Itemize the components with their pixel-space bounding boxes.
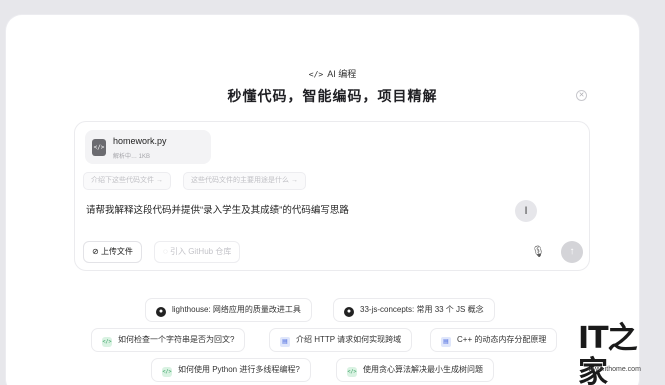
upload-file-label: 上传文件 (100, 247, 133, 256)
example-prompt-label: 介绍 HTTP 请求如何实现跨域 (296, 335, 402, 344)
doc-icon: ▤ (441, 337, 451, 347)
doc-icon: ▤ (280, 337, 290, 347)
paperclip-icon: ⊘ (92, 247, 101, 256)
send-button[interactable]: ↑ (561, 241, 583, 263)
microphone-icon[interactable]: 🎙 (529, 242, 547, 262)
page-title: 秒懂代码，智能编码，项目精解 (227, 88, 438, 104)
code-icon: </> (162, 367, 172, 377)
example-prompt-label: C++ 的动态内存分配原理 (457, 335, 547, 344)
example-prompt-2[interactable]: ● 33-js-concepts: 常用 33 个 JS 概念 (333, 298, 495, 322)
ai-coding-badge: </> AI 编程 (0, 67, 665, 80)
attached-file-chip[interactable]: </> homework.py 解析中… 1KB (85, 130, 211, 164)
text-cursor-icon: Ι (515, 200, 537, 222)
example-prompt-label: 33-js-concepts: 常用 33 个 JS 概念 (360, 305, 484, 314)
example-prompt-7[interactable]: </> 使用贪心算法解决最小生成树问题 (336, 358, 494, 382)
example-prompt-1[interactable]: ● lighthouse: 网络应用的质量改进工具 (145, 298, 312, 322)
ithome-watermark-url: www.ithome.com (588, 366, 641, 373)
badge-label: AI 编程 (327, 69, 357, 79)
example-prompt-4[interactable]: ▤ 介绍 HTTP 请求如何实现跨域 (269, 328, 413, 352)
example-prompt-label: 如何检查一个字符串是否为回文? (118, 335, 235, 344)
suggestion-chip-1[interactable]: 介绍下这些代码文件 → (83, 172, 171, 190)
upload-file-button[interactable]: ⊘ 上传文件 (83, 241, 142, 263)
close-icon[interactable]: ✕ (576, 90, 587, 101)
attached-file-status: 解析中… 1KB (113, 154, 151, 160)
code-icon: </> (347, 367, 357, 377)
example-prompt-3[interactable]: </> 如何检查一个字符串是否为回文? (91, 328, 246, 352)
github-icon: ● (344, 307, 354, 317)
example-prompt-label: lighthouse: 网络应用的质量改进工具 (172, 305, 301, 314)
import-github-label: 引入 GitHub 仓库 (169, 247, 232, 256)
code-file-icon: </> (92, 139, 106, 156)
prompt-text[interactable]: 请帮我解释这段代码并提供“录入学生及其成绩”的代码编写思路 (86, 202, 349, 216)
attached-file-name: homework.py (113, 136, 167, 146)
github-icon: ● (156, 307, 166, 317)
example-prompt-6[interactable]: </> 如何使用 Python 进行多线程编程? (151, 358, 311, 382)
example-prompt-5[interactable]: ▤ C++ 的动态内存分配原理 (430, 328, 558, 352)
suggestion-chip-2[interactable]: 这些代码文件的主要用途是什么 → (183, 172, 306, 190)
import-github-button[interactable]: ◌ 引入 GitHub 仓库 (154, 241, 241, 263)
ithome-watermark-logo: IT之家 (578, 321, 638, 385)
code-icon: </> (102, 337, 112, 347)
prompt-input-card[interactable]: </> homework.py 解析中… 1KB 介绍下这些代码文件 → 这些代… (74, 121, 590, 271)
code-icon: </> (308, 70, 324, 79)
example-prompt-label: 使用贪心算法解决最小生成树问题 (363, 365, 483, 374)
example-prompt-label: 如何使用 Python 进行多线程编程? (178, 365, 300, 374)
github-repo-icon: ◌ (163, 247, 170, 256)
